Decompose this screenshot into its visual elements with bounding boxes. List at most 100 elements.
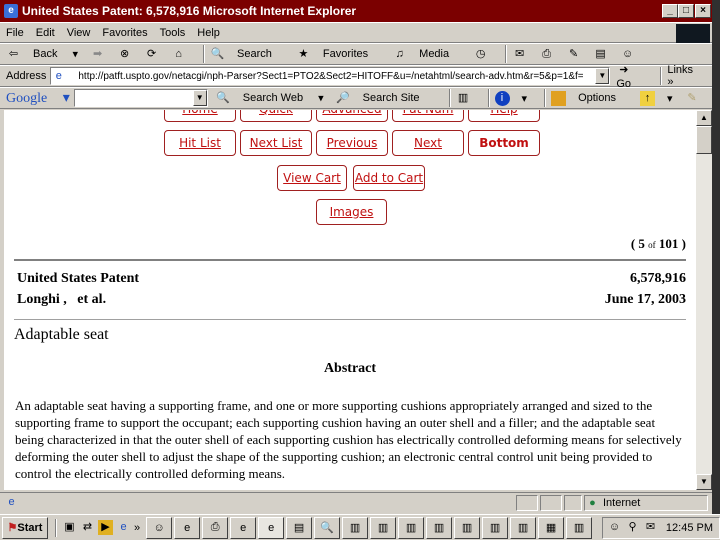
- media-button[interactable]: ♫ Media: [392, 47, 461, 62]
- close-button[interactable]: ×: [695, 4, 711, 18]
- quicklaunch-ie-icon[interactable]: e: [116, 520, 131, 535]
- home-icon[interactable]: ⌂: [171, 47, 186, 62]
- back-button[interactable]: ⇦ Back ▾: [6, 47, 78, 62]
- task-doc-3[interactable]: ▥: [398, 516, 425, 539]
- pagerank-icon[interactable]: ▥: [456, 91, 471, 106]
- search-web-icon: 🔍: [216, 91, 231, 104]
- task-doc-2[interactable]: ▥: [370, 516, 397, 539]
- options-button[interactable]: Options: [551, 90, 628, 106]
- refresh-icon[interactable]: ⟳: [144, 47, 159, 62]
- task-search[interactable]: 🔍: [314, 516, 341, 539]
- quicklaunch-media-icon[interactable]: ▶: [98, 520, 113, 535]
- quicklaunch-switch-icon[interactable]: ⇄: [80, 520, 95, 535]
- address-bar: Address e http://patft.uspto.gov/netacgi…: [0, 63, 712, 90]
- menu-view[interactable]: View: [67, 27, 91, 39]
- result-counter: ( 5 of 101 ): [630, 236, 686, 251]
- google-search-dropdown[interactable]: ▼: [192, 90, 207, 106]
- inventor: Longhi , et al.: [17, 292, 107, 307]
- patent-label: United States Patent: [17, 271, 140, 286]
- menu-favorites[interactable]: Favorites: [102, 27, 147, 39]
- scroll-thumb[interactable]: [696, 126, 712, 154]
- forward-icon[interactable]: ➡: [90, 47, 105, 62]
- minimize-button[interactable]: _: [662, 4, 678, 18]
- zone-indicator: ● Internet: [584, 495, 708, 511]
- task-doc-8[interactable]: ▥: [566, 516, 593, 539]
- back-arrow-icon: ⇦: [8, 47, 19, 60]
- next-list-button[interactable]: Next List: [240, 130, 312, 156]
- address-input[interactable]: e http://patft.uspto.gov/netacgi/nph-Par…: [50, 67, 611, 85]
- search-web-button[interactable]: 🔍 Search Web ▾: [216, 91, 323, 106]
- menu-file[interactable]: File: [6, 27, 24, 39]
- add-to-cart-button[interactable]: Add to Cart: [353, 165, 425, 191]
- task-doc-1[interactable]: ▥: [342, 516, 369, 539]
- google-search-input[interactable]: ▼: [73, 89, 208, 107]
- mail-icon[interactable]: ✉: [512, 47, 527, 62]
- previous-button[interactable]: Previous: [316, 130, 388, 156]
- task-explorer[interactable]: ▤: [286, 516, 313, 539]
- address-label: Address: [6, 70, 47, 82]
- task-ie-active[interactable]: e: [258, 516, 285, 539]
- info-icon[interactable]: i: [494, 90, 510, 106]
- tray-mail-icon[interactable]: ✉: [643, 520, 658, 535]
- tray-network-icon[interactable]: ⚲: [625, 520, 640, 535]
- up-folder-icon[interactable]: ↑: [639, 90, 655, 106]
- search-button[interactable]: 🔍 Search: [210, 47, 284, 62]
- patent-number: 6,578,916: [630, 271, 686, 286]
- discuss-icon[interactable]: ▤: [593, 47, 608, 62]
- next-button[interactable]: Next: [392, 130, 464, 156]
- clock[interactable]: 12:45 PM: [666, 522, 713, 534]
- favorites-icon: ★: [298, 47, 309, 60]
- menu-tools[interactable]: Tools: [160, 27, 186, 39]
- scroll-up-button[interactable]: ▲: [696, 110, 712, 126]
- home-nav-button[interactable]: Home: [164, 110, 236, 122]
- abstract-heading: Abstract: [323, 361, 377, 376]
- task-ie-2[interactable]: e: [230, 516, 257, 539]
- page-content: Home Quick Advanced Pat Num Help Hit Lis…: [4, 110, 696, 490]
- tray-messenger-icon[interactable]: ☺: [607, 520, 622, 535]
- search-site-icon: 🔎: [336, 91, 350, 104]
- messenger-icon[interactable]: ☺: [620, 47, 635, 62]
- history-icon[interactable]: ◷: [473, 47, 488, 62]
- status-bar: e ● Internet: [0, 492, 712, 512]
- bottom-button[interactable]: Bottom: [468, 130, 540, 156]
- windows-flag-icon: ⚑: [7, 522, 18, 534]
- menu-help[interactable]: Help: [197, 27, 220, 39]
- pat-num-nav-button[interactable]: Pat Num: [392, 110, 464, 122]
- task-doc-5[interactable]: ▥: [454, 516, 481, 539]
- stop-icon[interactable]: ⊗: [117, 47, 132, 62]
- desktop-edge: [712, 0, 720, 514]
- links-button[interactable]: Links »: [667, 64, 705, 88]
- task-messenger[interactable]: ☺: [146, 516, 173, 539]
- address-dropdown[interactable]: ▼: [595, 68, 610, 84]
- quicklaunch-desktop-icon[interactable]: ▣: [62, 520, 77, 535]
- google-logo[interactable]: Google ▾: [6, 90, 70, 107]
- task-doc-6[interactable]: ▥: [482, 516, 509, 539]
- task-doc-4[interactable]: ▥: [426, 516, 453, 539]
- task-ie-1[interactable]: e: [174, 516, 201, 539]
- search-site-button[interactable]: 🔎 Search Site: [336, 91, 432, 106]
- options-icon: [551, 90, 567, 106]
- quick-nav-button[interactable]: Quick: [240, 110, 312, 122]
- search-icon: 🔍: [210, 47, 225, 60]
- hit-list-button[interactable]: Hit List: [164, 130, 236, 156]
- edit-icon[interactable]: ✎: [566, 47, 581, 62]
- images-button[interactable]: Images: [316, 199, 387, 225]
- task-folder[interactable]: ▦: [538, 516, 565, 539]
- favorites-button[interactable]: ★ Favorites: [296, 47, 380, 62]
- start-button[interactable]: ⚑ Start: [2, 516, 48, 539]
- globe-icon: ●: [589, 496, 596, 509]
- highlighter-icon[interactable]: ✎: [685, 91, 700, 106]
- help-nav-button[interactable]: Help: [468, 110, 540, 122]
- vertical-scrollbar[interactable]: ▲ ▼: [696, 110, 712, 490]
- menu-edit[interactable]: Edit: [36, 27, 55, 39]
- scroll-down-button[interactable]: ▼: [696, 474, 712, 490]
- divider: [14, 319, 686, 320]
- print-icon[interactable]: ⎙: [539, 47, 554, 62]
- menu-bar: File Edit View Favorites Tools Help: [0, 22, 712, 43]
- maximize-button[interactable]: □: [678, 4, 694, 18]
- task-printer[interactable]: ⎙: [202, 516, 229, 539]
- go-button[interactable]: ➜Go: [616, 63, 643, 90]
- task-doc-7[interactable]: ▥: [510, 516, 537, 539]
- advanced-nav-button[interactable]: Advanced: [316, 110, 388, 122]
- view-cart-button[interactable]: View Cart: [277, 165, 347, 191]
